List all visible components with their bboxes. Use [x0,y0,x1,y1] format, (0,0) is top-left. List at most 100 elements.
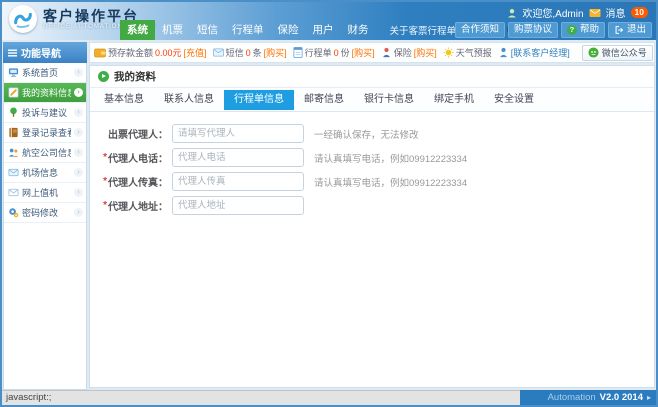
weather-label[interactable]: 天气预报 [456,46,492,59]
agent-phone-label: 代理人电话： [108,150,168,165]
tab-itinerary-info[interactable]: 行程单信息 [224,90,294,110]
sms-buy-link[interactable]: [购买] [264,46,287,59]
chevron-right-icon: › [74,168,83,177]
manager-person-icon [498,47,509,58]
sms-envelope-icon [213,48,224,57]
form-row-agent-address: * 代理人地址： [90,196,654,215]
sidebar-item-label: 机场信息 [22,166,71,179]
nav-item-system[interactable]: 系统 [120,20,155,40]
footer-version: V2.0 2014 [600,392,643,403]
sidebar-item-airport-info[interactable]: 机场信息 › [4,163,86,183]
tab-bind-phone[interactable]: 绑定手机 [424,90,484,110]
tab-mailing-info[interactable]: 邮寄信息 [294,90,354,110]
ticket-agent-field[interactable] [172,124,304,143]
weather-group: 天气预报 [443,46,492,59]
section-header: 我的资料 [90,66,654,88]
chevron-right-icon: › [74,208,83,217]
cooperation-notice-button[interactable]: 合作须知 [455,22,505,38]
nav-item-itinerary[interactable]: 行程单 [225,20,271,40]
insurance-label: 保险 [394,46,412,59]
form-row-agent-phone: * 代理人电话： 请认真填写电话，例如09912223334 [90,148,654,167]
users-icon [8,147,19,158]
cooperation-notice-label: 合作须知 [461,23,499,37]
field-label: * 代理人电话： [90,150,168,165]
menu-icon [8,49,17,57]
monitor-icon [8,67,19,78]
nav-item-sms[interactable]: 短信 [190,20,225,40]
ticket-agreement-button[interactable]: 购票协议 [508,22,558,38]
sms-count: 0 [246,48,251,58]
sidebar-item-online-checkin[interactable]: 网上值机 › [4,183,86,203]
logout-button[interactable]: 退出 [608,22,652,38]
message-label[interactable]: 消息 [606,5,626,20]
form-row-ticket-agent: 出票代理人： 一经确认保存，无法修改 [90,124,654,143]
nav-item-users[interactable]: 用户 [306,20,341,40]
sidebar-item-label: 登录记录查看 [22,126,71,139]
content-column: 预存款金额 0.00元 [充值] 短信 0 条 [购买] [89,42,655,390]
main-panel: 我的资料 基本信息 联系人信息 行程单信息 邮寄信息 银行卡信息 绑定手机 安全… [89,65,655,388]
section-title: 我的资料 [114,69,156,84]
document-icon [293,47,303,58]
sidebar-item-login-records[interactable]: 登录记录查看 › [4,123,86,143]
user-icon [507,8,517,18]
tab-bank-card[interactable]: 银行卡信息 [354,90,424,110]
section-play-icon [98,71,109,82]
help-button[interactable]: ? 帮助 [561,22,605,38]
chevron-right-icon: › [74,148,83,157]
sidebar-menu: 系统首页 › 我的资料信息 › 投诉与建议 › [3,63,87,390]
agent-address-field[interactable] [172,196,304,215]
sidebar-item-complaints[interactable]: 投诉与建议 › [4,103,86,123]
sidebar-header: 功能导航 [3,42,87,63]
footer-expand-icon[interactable]: ▸ [647,393,651,402]
field-label: * 代理人传真： [90,174,168,189]
chevron-right-icon: › [74,188,83,197]
recharge-link[interactable]: [充值] [184,46,207,59]
field-label: * 代理人地址： [90,198,168,213]
sidebar-item-label: 网上值机 [22,186,71,199]
agent-fax-field[interactable] [172,172,304,191]
sms-unit: 条 [253,46,262,59]
message-count-badge: 10 [631,7,648,18]
help-icon: ? [567,25,577,35]
agent-phone-field[interactable] [172,148,304,167]
required-mark: * [103,176,107,187]
insurance-buy-link[interactable]: [购买] [414,46,437,59]
sidebar-item-password[interactable]: 密码修改 › [4,203,86,223]
chevron-right-icon: › [74,88,83,97]
tab-contact-info[interactable]: 联系人信息 [154,90,224,110]
wechat-button[interactable]: 微信公众号 [582,45,653,61]
contact-manager-link[interactable]: [联系客户经理] [511,46,570,59]
tree-icon [8,107,19,118]
logout-icon [614,25,624,35]
chevron-right-icon: › [74,68,83,77]
chevron-right-icon: › [74,128,83,137]
nav-item-tickets[interactable]: 机票 [155,20,190,40]
tab-basic-info[interactable]: 基本信息 [94,90,154,110]
sidebar-item-label: 我的资料信息 [22,86,71,99]
header-buttons: 合作须知 购票协议 ? 帮助 退出 [455,22,652,38]
wechat-button-label: 微信公众号 [602,46,647,59]
sidebar-item-my-profile[interactable]: 我的资料信息 › [4,83,86,103]
wechat-icon [588,47,599,58]
field-hint: 请认真填写电话，例如09912223334 [314,175,467,189]
nav-item-finance[interactable]: 财务 [341,20,376,40]
field-hint: 请认真填写电话，例如09912223334 [314,151,467,165]
deposit-amount: 0.00元 [155,46,182,59]
footer: javascript:; Automation V2.0 2014 ▸ [2,390,656,405]
sidebar-item-label: 密码修改 [22,206,71,219]
message-envelope-icon[interactable] [589,8,601,18]
footer-brand: Automation [548,392,596,403]
tab-security[interactable]: 安全设置 [484,90,544,110]
sidebar: 功能导航 系统首页 › 我的资料信息 › [3,42,87,390]
itinerary-unit: 份 [341,46,350,59]
itinerary-buy-link[interactable]: [购买] [352,46,375,59]
footer-bar: Automation V2.0 2014 ▸ [520,390,656,405]
sidebar-item-label: 系统首页 [22,66,71,79]
required-mark: * [103,152,107,163]
nav-item-insurance[interactable]: 保险 [271,20,306,40]
deposit-group: 预存款金额 0.00元 [充值] [94,46,207,59]
header: 客户操作平台 OFFICE AUTOMATION SYSTEM 欢迎您,Admi… [2,2,656,40]
sidebar-item-airlines[interactable]: 航空公司信息 › [4,143,86,163]
chevron-right-icon: › [74,108,83,117]
sidebar-item-home[interactable]: 系统首页 › [4,63,86,83]
